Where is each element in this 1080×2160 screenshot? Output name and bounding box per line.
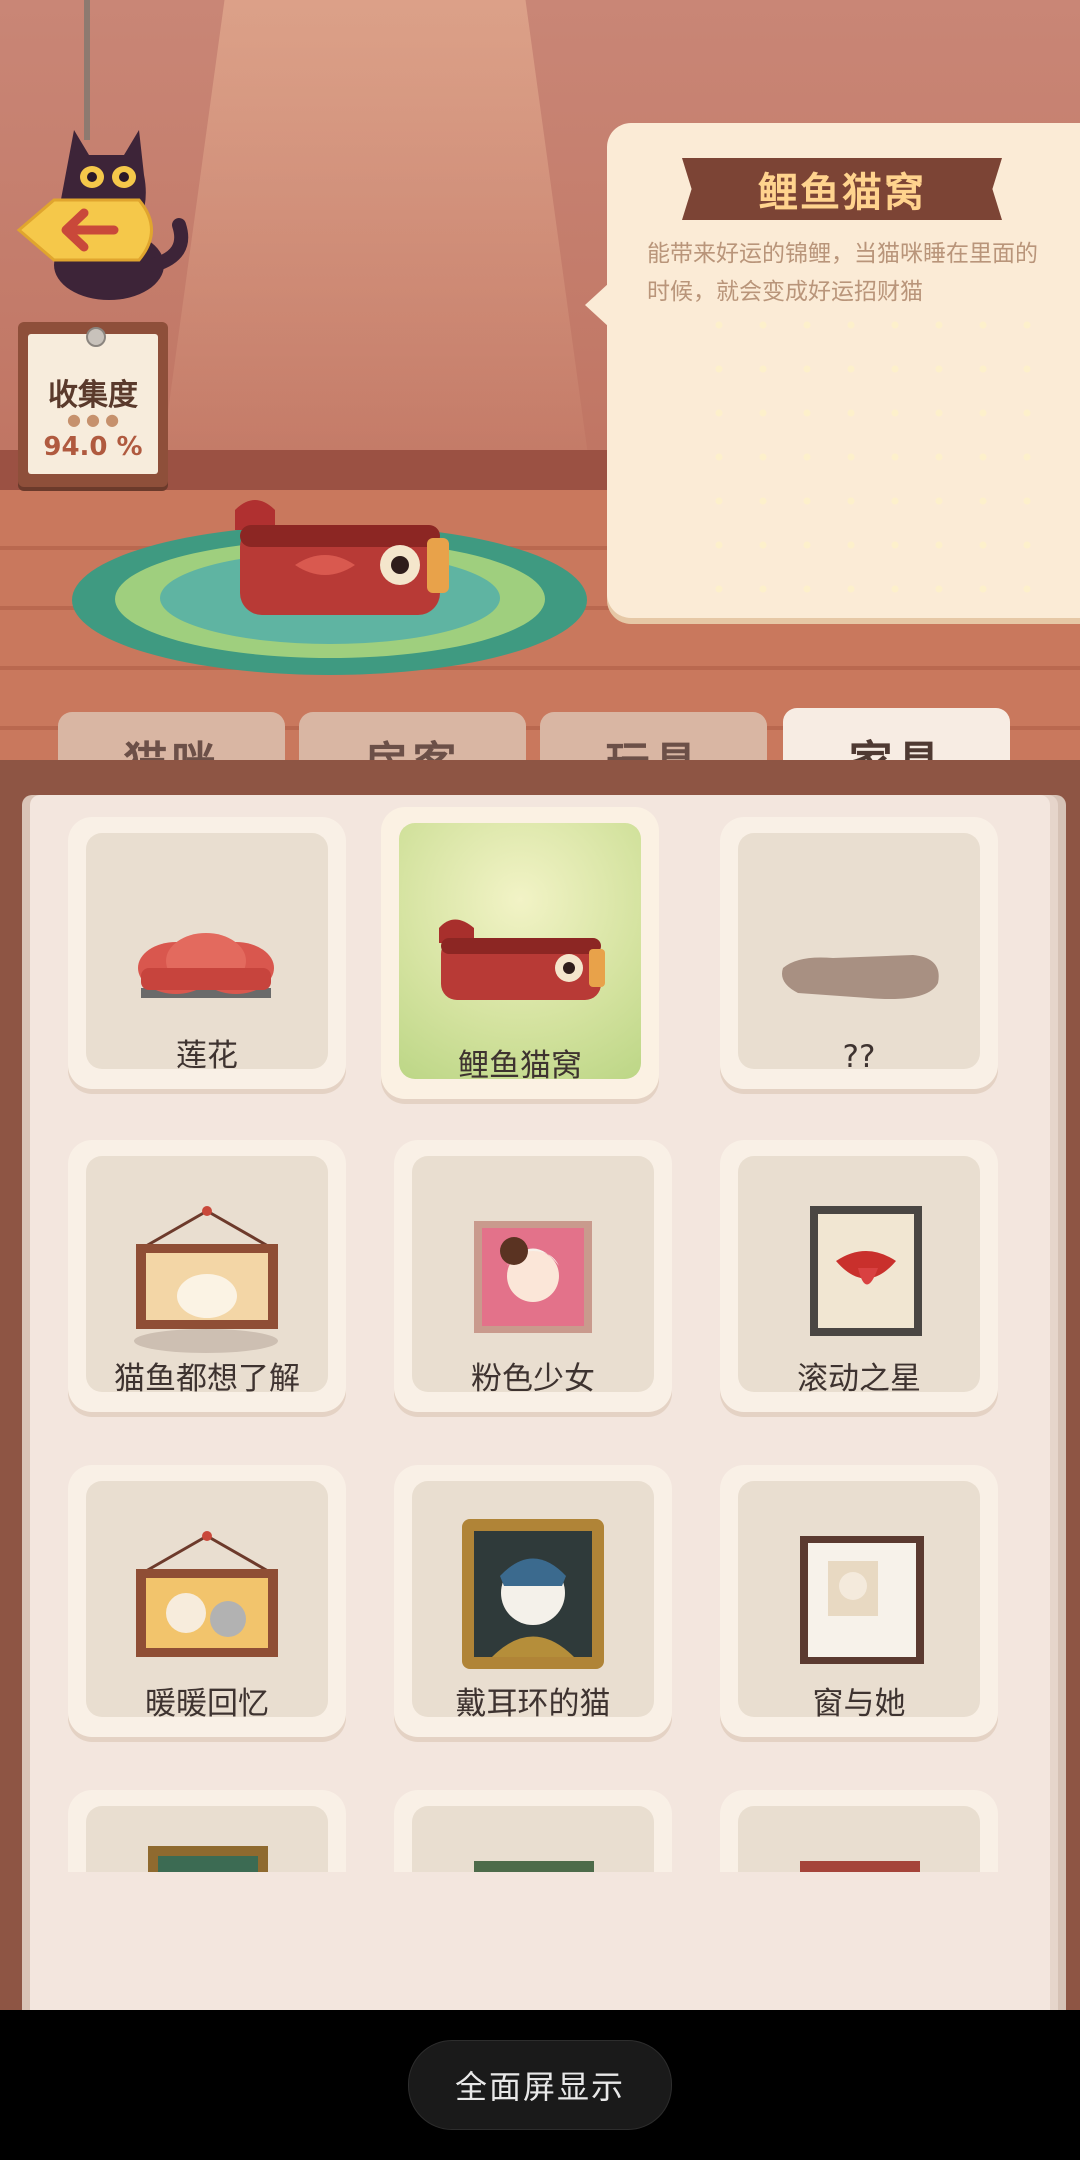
item-card-lotus[interactable]: 莲花	[68, 817, 346, 1089]
collection-paper: 收集度 ● ● ● 94.0 %	[28, 334, 158, 474]
item-name: 窗与她	[812, 1686, 906, 1722]
item-detail-panel: 鲤鱼猫窝 能带来好运的锦鲤，当猫咪睡在里面的时候，就会变成好运招财猫	[585, 123, 1080, 618]
item-name: 粉色少女	[471, 1361, 595, 1397]
item-detail-description: 能带来好运的锦鲤，当猫咪睡在里面的时候，就会变成好运招财猫	[647, 241, 1038, 305]
spotlight	[160, 0, 590, 470]
sparkle-decoration	[697, 303, 1067, 603]
item-card-koi-bed[interactable]: 鲤鱼猫窝	[381, 807, 659, 1099]
item-name: 滚动之星	[797, 1361, 921, 1397]
collection-note: 收集度 ● ● ● 94.0 %	[18, 322, 168, 487]
item-name: 鲤鱼猫窝	[458, 1048, 582, 1084]
framed-painting-icon	[800, 1861, 920, 1872]
item-card[interactable]	[68, 1790, 346, 1872]
pin-icon	[86, 327, 106, 347]
item-name: 暖暖回忆	[145, 1686, 269, 1722]
item-detail-title: 鲤鱼猫窝	[758, 170, 926, 216]
item-grid-viewport[interactable]: 莲花 鲤鱼猫窝 ?? 猫鱼都想了解 粉色少女 滚动之星 暖暖回忆 戴耳环的猫 窗…	[30, 805, 1050, 1872]
item-card-rolling-star[interactable]: 滚动之星	[720, 1140, 998, 1412]
game-scene: 收集度 ● ● ● 94.0 % 鲤鱼猫窝 能带来好运的锦鲤，当猫咪睡在里面的时…	[0, 0, 1080, 2010]
item-card-pink-girl[interactable]: 粉色少女	[394, 1140, 672, 1412]
item-name: 莲花	[176, 1038, 238, 1074]
item-name: 猫鱼都想了解	[114, 1361, 300, 1397]
item-card[interactable]	[394, 1790, 672, 1872]
fullscreen-label: 全面屏显示	[454, 2068, 625, 2106]
collection-label: 收集度	[48, 378, 138, 413]
paw-icon: ● ● ●	[66, 410, 120, 429]
back-button[interactable]	[14, 115, 194, 300]
collection-value: 94.0 %	[43, 432, 143, 462]
framed-painting-icon	[474, 1861, 594, 1872]
panel-pointer	[585, 283, 609, 327]
item-card-warm-memory[interactable]: 暖暖回忆	[68, 1465, 346, 1737]
unknown-item-icon	[782, 955, 939, 999]
koi-bed-display-icon	[235, 500, 449, 615]
item-card-window-her[interactable]: 窗与她	[720, 1465, 998, 1737]
item-card[interactable]	[720, 1790, 998, 1872]
title-ribbon: 鲤鱼猫窝	[682, 158, 1002, 220]
back-cat-icon	[16, 130, 189, 300]
framed-painting-icon	[148, 1846, 268, 1872]
fullscreen-display-button[interactable]: 全面屏显示	[408, 2040, 672, 2130]
item-name: ??	[842, 1039, 876, 1075]
item-card-fish-painting[interactable]: 猫鱼都想了解	[68, 1140, 346, 1412]
item-name: 戴耳环的猫	[455, 1686, 611, 1722]
item-card-unknown[interactable]: ??	[720, 817, 998, 1089]
item-card-pearl-earring[interactable]: 戴耳环的猫	[394, 1465, 672, 1737]
